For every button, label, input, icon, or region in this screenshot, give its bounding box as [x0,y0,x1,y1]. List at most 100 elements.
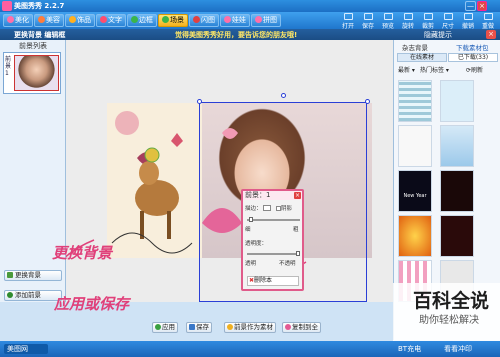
app-logo-icon [2,1,12,11]
filter-hot-tags-select[interactable]: 热门标签 ▾ [420,65,449,74]
button-label: 前景作为素材 [234,323,273,331]
undo-button[interactable]: 撤销 [458,13,478,30]
tab-frame[interactable]: 边框 [127,14,157,27]
material-tile[interactable] [398,125,432,167]
open-button[interactable]: 打开 [338,13,358,30]
thick-label: 粗 [293,227,299,233]
adjust-dialog-close-icon[interactable]: × [294,192,301,199]
download-materials-link[interactable]: 下载素材包 [456,42,489,52]
crop-button[interactable]: 裁剪 [418,13,438,30]
material-tile[interactable] [440,125,474,167]
material-tile[interactable] [398,215,432,257]
shadow-text: 阴影 [281,206,293,212]
filter-label: 最新 [398,67,411,74]
meitu-site-link[interactable]: 美图网 [4,344,48,354]
save-button[interactable]: 保存 [186,322,212,333]
notice-text[interactable]: 觉得美图秀秀好用，要告诉您的朋友哦! [175,30,297,40]
tab-label: 闪图 [201,16,215,24]
change-background-button[interactable]: 更换背景 [4,270,62,281]
material-tile[interactable] [440,80,474,122]
foreground-thumbnail[interactable]: 前景1 [3,52,61,94]
stroke-text: 描边： [245,206,262,212]
material-tile[interactable]: New Year [398,170,432,212]
annotation-arrows [66,239,307,277]
tab-text[interactable]: 文字 [96,14,126,27]
redo-button[interactable]: 重做 [478,13,498,30]
resize-button[interactable]: 尺寸 [438,13,458,30]
apply-button[interactable]: 应用 [152,322,178,333]
status-bar: 美图网 BT充电 看看冲印 [0,341,500,357]
thin-label: 细 [245,227,251,233]
scene-icon [162,16,169,23]
transparent-label: 透明 [245,261,257,267]
tab-label: 文字 [108,16,122,24]
image-icon [7,272,13,278]
app-title: 美图秀秀 2.2.7 [14,2,65,10]
button-label: 复制到全 [292,323,318,331]
tab-beauty[interactable]: 美容 [34,14,64,27]
button-label: 更换背景 [15,271,41,279]
save-as-material-button[interactable]: 前景作为素材 [224,322,276,333]
rotate-button[interactable]: 旋转 [398,13,418,30]
button-label: 应用 [162,323,175,331]
opacity-slider-knob[interactable] [296,251,300,256]
tab-label: 场景 [170,16,184,24]
watermark-overlay: 百科全说 助你轻松解决 [393,283,500,341]
preview-icon [383,13,393,20]
adjust-dialog: 前景：1 × 描边： 阴影 细 粗 透明度： 透明 不透明 ✖删除本 [241,189,304,291]
delete-label: 删除本 [254,277,273,284]
dialog-title: 更换背景 编辑框 [14,31,66,39]
material-section-title: 杂志背景 [402,44,428,52]
rotate-icon [403,13,413,20]
tab-scene[interactable]: 场景 [158,14,188,27]
check-icon [155,324,161,330]
opacity-label: 透明度： [245,241,268,247]
tab-flash[interactable]: 闪图 [189,14,219,27]
stroke-slider[interactable] [247,217,300,222]
close-editor-icon[interactable]: × [486,30,496,39]
hide-tip-link[interactable]: 隐藏提示 [424,30,452,40]
disk-icon [363,13,373,20]
beautify-icon [7,16,14,23]
watermark-title: 百科全说 [413,290,490,312]
tab-online-materials[interactable]: 在线素材 [397,53,447,62]
tab-beautify[interactable]: 美化 [3,14,33,27]
stroke-label: 描边： 阴影 [245,204,292,212]
tab-label: 美容 [46,16,60,24]
copy-foreground-button[interactable]: 复制到全 [282,322,321,333]
material-tile[interactable] [440,215,474,257]
refresh-label: 刷新 [471,67,484,74]
foreground-list-title: 前景列表 [19,42,47,50]
stroke-slider-knob[interactable] [249,217,253,222]
button-label: 添加前景 [15,291,41,299]
button-label: 保存 [196,323,209,331]
tab-accessories[interactable]: 饰品 [65,14,95,27]
resize-icon [443,13,453,20]
tab-downloaded-materials[interactable]: 已下载(33) [448,53,498,62]
crop-icon [423,13,433,20]
material-tile[interactable] [398,80,432,122]
save-tool-button[interactable]: 保存 [358,13,378,30]
opacity-slider[interactable] [247,251,300,256]
minimize-button[interactable]: — [465,1,476,11]
beauty-icon [38,16,45,23]
filter-newest-select[interactable]: 最新 ▾ [398,65,415,74]
tab-collage[interactable]: 拼图 [251,14,281,27]
stroke-color-box[interactable] [263,205,272,211]
material-tile[interactable] [440,170,474,212]
preview-button[interactable]: 预览 [378,13,398,30]
undo-icon [463,13,473,20]
delete-foreground-button[interactable]: ✖删除本 [247,276,299,286]
refresh-button[interactable]: ⟳刷新 [466,65,483,74]
title-bar: 美图秀秀 2.2.7 — × [0,0,500,12]
flash-icon [193,16,200,23]
tab-doll[interactable]: 娃娃 [220,14,250,27]
frame-icon [131,16,138,23]
canvas-area[interactable]: 更换背景 调整 应用或保存 前景：1 × 描边： 阴影 细 粗 透明度： 透明 … [52,40,393,313]
print-link[interactable]: 看看冲印 [444,344,472,354]
disk-icon [189,324,195,330]
bt-charge-link[interactable]: BT充电 [398,344,421,354]
close-window-button[interactable]: × [477,1,487,11]
editor-subheader: 更换背景 编辑框 觉得美图秀秀好用，要告诉您的朋友哦! 隐藏提示 × [0,29,500,40]
redo-icon [483,13,493,20]
